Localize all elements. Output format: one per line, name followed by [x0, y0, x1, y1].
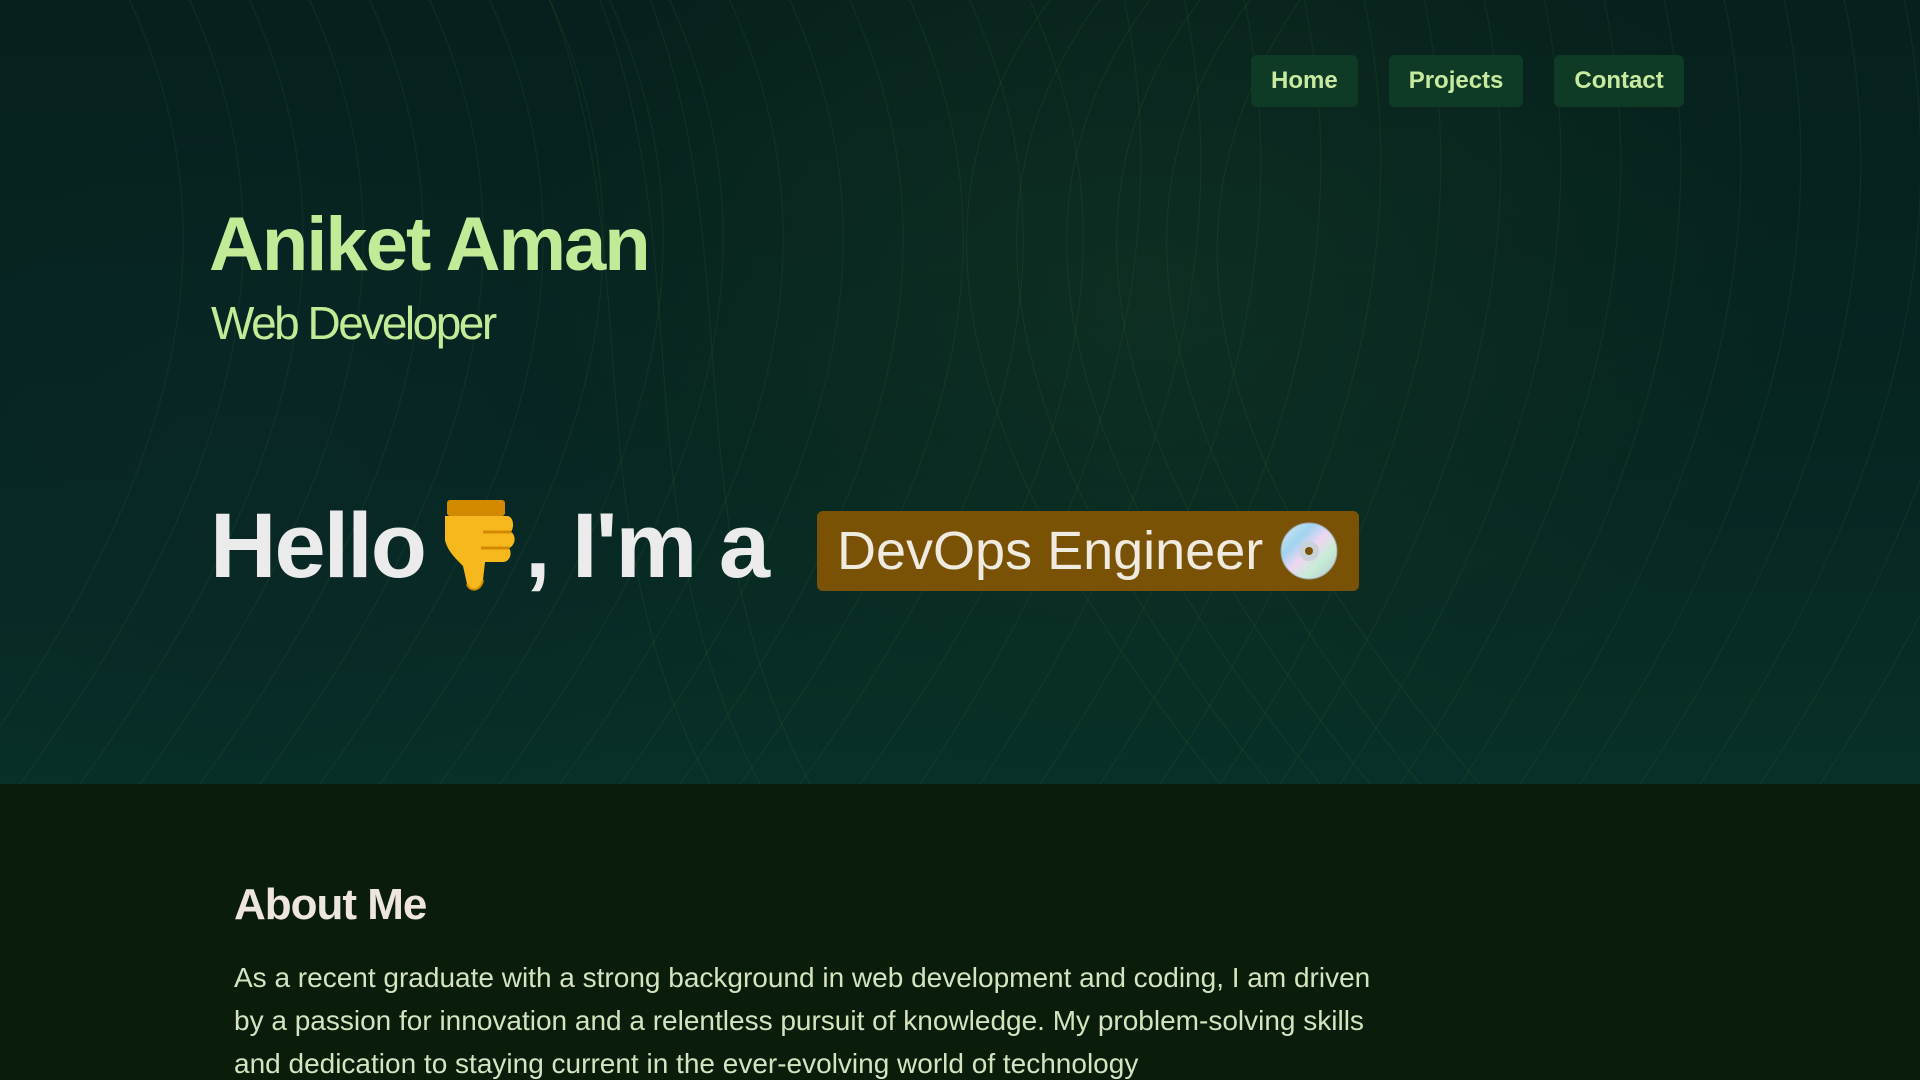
greeting-hello-text: Hello — [210, 495, 427, 597]
site-owner-name: Aniket Aman — [209, 202, 651, 287]
about-heading: About Me — [234, 880, 427, 929]
site-owner-role: Web Developer — [211, 297, 497, 349]
hero-greeting: Hello , I'm a — [210, 495, 770, 597]
hero-background-texture — [0, 0, 1920, 784]
nav-contact-button[interactable]: Contact — [1554, 55, 1684, 107]
main-nav: Home Projects Contact — [1251, 55, 1684, 107]
about-paragraph: As a recent graduate with a strong backg… — [234, 962, 1371, 1079]
optical-disc-icon — [1280, 522, 1338, 580]
role-badge: DevOps Engineer — [817, 511, 1360, 591]
hero-section: Home Projects Contact Aniket Aman Web De… — [0, 0, 1920, 784]
nav-home-button[interactable]: Home — [1251, 55, 1358, 107]
thumbs-down-icon — [444, 500, 515, 591]
nav-projects-button[interactable]: Projects — [1388, 55, 1524, 107]
portfolio-page: Home Projects Contact Aniket Aman Web De… — [0, 0, 1920, 1080]
role-badge-text: DevOps Engineer — [837, 521, 1264, 581]
greeting-rest-text: , I'm a — [524, 495, 770, 597]
